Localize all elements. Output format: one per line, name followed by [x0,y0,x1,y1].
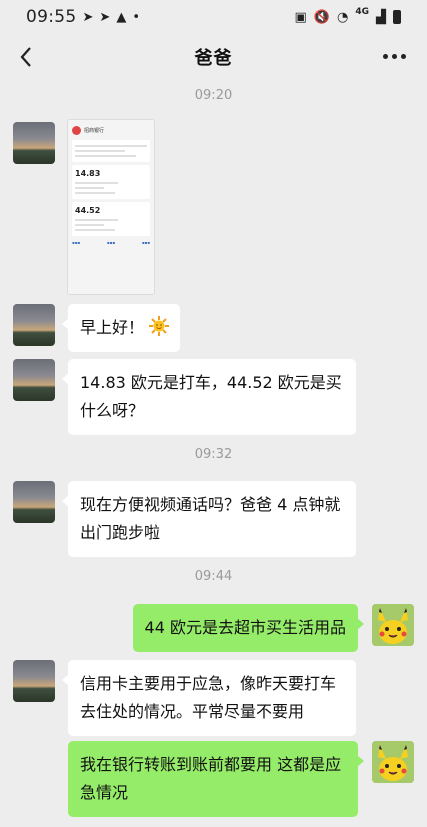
status-bar: 09:55 ➤ ➤ ▲ • ▣ 🔇 ◔ 4G ▟ [0,0,427,34]
image-message[interactable]: 招商银行 14.83 44.52 ▪▪▪ ▪▪▪ ▪▪▪ [67,119,155,295]
chat-title: 爸爸 [194,48,233,69]
timestamp: 09:44 [194,569,233,584]
more-button[interactable] [379,44,409,68]
ss-amount: 44.52 [75,206,101,215]
ss-card [72,140,150,162]
message-text: 信用卡主要用于应急，像昨天要打车去住处的情况。平常尽量不要用 [80,674,337,721]
battery-icon [393,10,401,24]
more-dot-icon [400,53,406,59]
chevron-left-icon [20,47,31,67]
message-bubble[interactable]: 信用卡主要用于应急，像昨天要打车去住处的情况。平常尽量不要用 [62,660,356,736]
message-bubble[interactable]: 现在方便视频通话吗？爸爸 4 点钟就出门跑步啦 [62,481,356,557]
timestamp: 09:32 [194,447,233,462]
message-bubble-sent[interactable]: 我在银行转账到账前都要用 这都是应急情况 [68,741,364,817]
warning-icon: ▲ [116,9,127,25]
ss-footer: ▪▪▪ ▪▪▪ ▪▪▪ [72,240,150,245]
pikachu-avatar-icon [372,604,414,646]
bank-logo-icon [72,125,81,135]
avatar-dad[interactable] [13,304,55,346]
telegram-icon-2: ➤ [99,9,111,25]
avatar-me[interactable] [372,741,414,783]
lock-icon: ▣ [294,9,307,25]
status-time: 09:55 [26,7,77,27]
avatar-dad[interactable] [13,359,55,401]
avatar-dad[interactable] [13,481,55,523]
avatar-dad[interactable] [13,660,55,702]
signal-icon: ▟ [376,9,386,25]
status-left: 09:55 ➤ ➤ ▲ • [26,7,140,27]
network-type: 4G [355,7,369,17]
telegram-icon: ➤ [82,9,94,25]
message-text: 早上好！ [80,318,145,337]
dot-icon: • [132,9,140,25]
timestamp: 09:20 [194,88,233,103]
avatar-me[interactable] [372,604,414,646]
message-text: 44 欧元是去超市买生活用品 [144,618,346,637]
message-bubble[interactable]: 14.83 欧元是打车，44.52 欧元是买什么呀？ [62,359,356,435]
ss-card: 14.83 [72,165,150,199]
more-dot-icon [391,53,397,59]
message-text: 14.83 欧元是打车，44.52 欧元是买什么呀？ [80,373,342,420]
back-button[interactable] [12,42,40,72]
ss-header: 招商银行 [72,123,150,137]
pikachu-avatar-icon [372,741,414,783]
message-bubble[interactable]: 早上好！ [61,304,181,352]
chat-header: 爸爸 [0,34,427,80]
ss-card: 44.52 [72,202,150,236]
sun-emoji-icon [149,316,170,336]
more-dot-icon [382,53,388,59]
message-text: 现在方便视频通话吗？爸爸 4 点钟就出门跑步啦 [80,495,341,542]
message-bubble-sent[interactable]: 44 欧元是去超市买生活用品 [132,604,365,652]
mute-icon: 🔇 [313,9,330,25]
message-text: 我在银行转账到账前都要用 这都是应急情况 [80,755,342,802]
wifi-icon: ◔ [337,9,349,25]
status-right: ▣ 🔇 ◔ 4G ▟ [294,7,401,25]
ss-bank-name: 招商银行 [84,127,105,134]
ss-amount: 14.83 [75,169,101,178]
avatar-dad[interactable] [13,122,55,164]
